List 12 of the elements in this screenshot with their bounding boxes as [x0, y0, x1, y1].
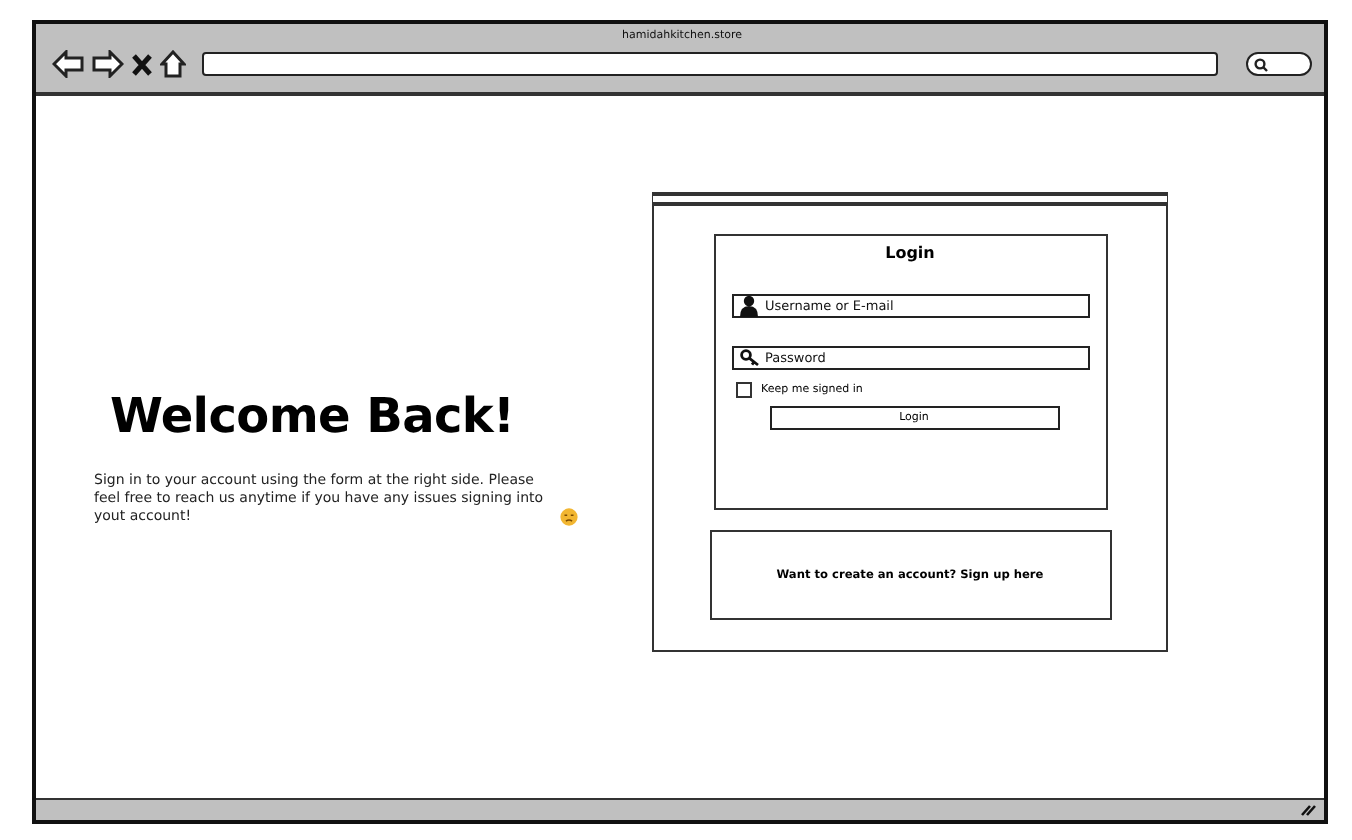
login-title: Login: [883, 244, 937, 262]
welcome-heading: Welcome Back!: [108, 388, 517, 444]
remember-checkbox[interactable]: [735, 382, 751, 398]
home-icon[interactable]: [160, 50, 186, 78]
search-field[interactable]: [1246, 52, 1312, 76]
emoji-face-icon: [560, 508, 578, 526]
close-icon[interactable]: [132, 53, 152, 75]
search-icon: [1254, 57, 1268, 71]
address-bar[interactable]: [202, 52, 1218, 76]
back-arrow-icon[interactable]: [52, 50, 84, 78]
forward-arrow-icon[interactable]: [92, 50, 124, 78]
resize-grip-icon[interactable]: [1300, 804, 1316, 816]
